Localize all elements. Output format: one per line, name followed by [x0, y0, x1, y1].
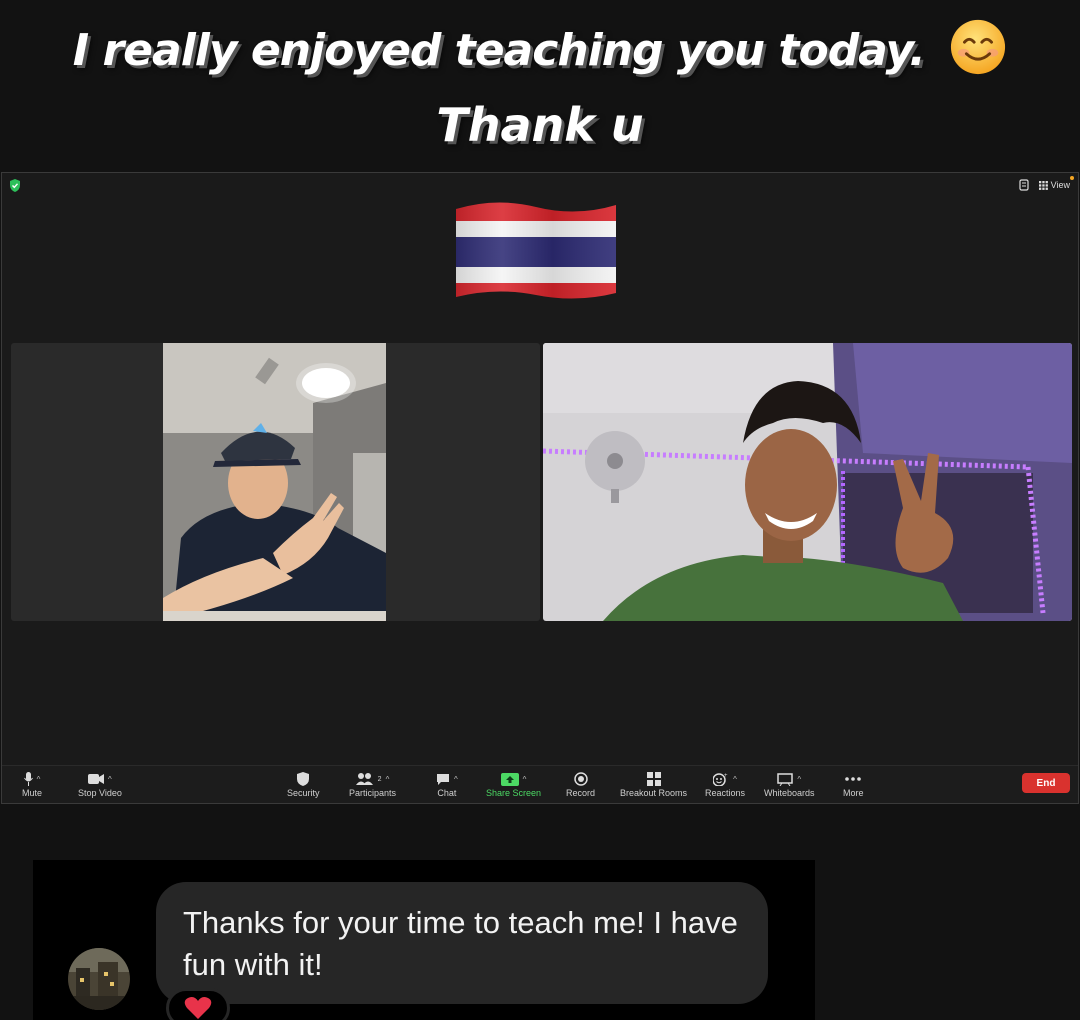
shield-icon: [297, 772, 310, 786]
video-camera-icon: [88, 774, 105, 784]
chevron-up-icon[interactable]: ^: [108, 775, 112, 784]
grid-icon: [1038, 180, 1048, 190]
chevron-up-icon[interactable]: ^: [386, 775, 390, 784]
share-screen-icon: [500, 772, 519, 786]
mute-button[interactable]: ^ Mute: [22, 770, 42, 798]
chat-button[interactable]: ^ Chat: [436, 770, 458, 798]
chat-message-bubble: Thanks for your time to teach me! I have…: [156, 882, 768, 1004]
breakout-rooms-label: Breakout Rooms: [620, 788, 688, 798]
student-video-feed: [543, 343, 1072, 621]
chevron-up-icon[interactable]: ^: [523, 775, 527, 784]
notification-dot: [1070, 176, 1074, 180]
thailand-flag-icon: [456, 202, 616, 299]
participants-label: Participants: [349, 788, 397, 798]
record-label: Record: [566, 788, 596, 798]
participant-video-tile-student[interactable]: [543, 343, 1072, 621]
security-label: Security: [287, 788, 320, 798]
whiteboards-button[interactable]: ^ Whiteboards: [764, 770, 815, 798]
chat-label: Chat: [437, 788, 457, 798]
caption-toggle-icon[interactable]: [1019, 179, 1029, 191]
more-button[interactable]: More: [843, 770, 864, 798]
view-label: View: [1050, 180, 1070, 190]
share-screen-label: Share Screen: [486, 788, 542, 798]
caption-line-1: I really enjoyed teaching you today.: [0, 19, 1080, 82]
breakout-rooms-icon: [646, 772, 661, 786]
chat-message-panel: Thanks for your time to teach me! I have…: [33, 860, 815, 1020]
end-meeting-button[interactable]: End: [1022, 773, 1070, 793]
heart-icon: [184, 997, 212, 1019]
message-reaction-badge[interactable]: [166, 988, 230, 1020]
more-label: More: [843, 788, 864, 798]
participants-button[interactable]: 2 ^ Participants: [349, 770, 396, 798]
svg-text:+: +: [724, 773, 728, 779]
stop-video-label: Stop Video: [78, 788, 122, 798]
reactions-label: Reactions: [705, 788, 746, 798]
teacher-video-feed: [163, 343, 386, 621]
top-right-controls: View: [1019, 176, 1074, 191]
participants-icon: [355, 773, 373, 785]
zoom-meeting-window: View ^ Mute ^ Stop Video Security 2 ^ Pa…: [1, 172, 1079, 804]
participant-video-tile-teacher[interactable]: [11, 343, 540, 621]
chat-bubble-icon: [437, 773, 449, 785]
stop-video-button[interactable]: ^ Stop Video: [78, 770, 122, 798]
security-shield-icon: [10, 179, 20, 192]
record-icon: [573, 772, 588, 786]
breakout-rooms-button[interactable]: Breakout Rooms: [620, 770, 687, 798]
avatar[interactable]: [68, 948, 130, 1010]
participants-count: 2: [377, 775, 382, 783]
caption-line-2: Thank u: [436, 98, 644, 152]
caption-text-1: I really enjoyed teaching you today.: [72, 25, 926, 76]
chevron-up-icon[interactable]: ^: [454, 775, 458, 784]
whiteboard-icon: [777, 772, 794, 786]
whiteboards-label: Whiteboards: [764, 788, 815, 798]
chevron-up-icon[interactable]: ^: [797, 775, 801, 784]
chevron-up-icon[interactable]: ^: [733, 775, 737, 784]
more-dots-icon: [845, 777, 862, 781]
view-button[interactable]: View: [1038, 176, 1074, 190]
meeting-toolbar: ^ Mute ^ Stop Video Security 2 ^ Partici…: [2, 765, 1078, 803]
security-button[interactable]: Security: [287, 770, 320, 798]
smiling-face-icon: [951, 19, 1006, 75]
microphone-icon: [23, 772, 33, 786]
mute-label: Mute: [22, 788, 43, 798]
record-button[interactable]: Record: [566, 770, 595, 798]
share-screen-button[interactable]: ^ Share Screen: [486, 770, 541, 798]
reactions-button[interactable]: + ^ Reactions: [705, 770, 745, 798]
chevron-up-icon[interactable]: ^: [37, 775, 41, 784]
reactions-icon: +: [713, 773, 728, 786]
